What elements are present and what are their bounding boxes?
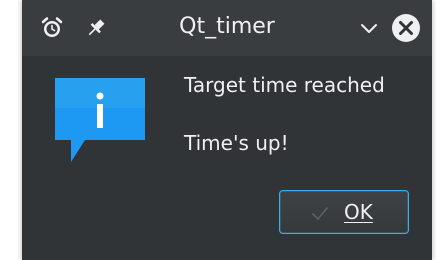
chevron-down-icon[interactable] xyxy=(357,16,381,40)
window-title: Qt_timer xyxy=(179,14,275,39)
alarm-clock-icon[interactable] xyxy=(40,16,64,40)
pin-icon[interactable] xyxy=(84,16,108,40)
ok-button[interactable]: OK xyxy=(279,190,409,234)
close-icon[interactable] xyxy=(390,12,422,44)
message-text: Target time reached xyxy=(184,73,385,97)
information-icon xyxy=(55,78,145,168)
message-box-window: Qt_timer Target time reached Time's up! xyxy=(22,0,432,260)
ok-button-label: OK xyxy=(344,200,373,224)
title-bar[interactable]: Qt_timer xyxy=(22,0,432,56)
check-icon xyxy=(310,203,330,223)
informative-text: Time's up! xyxy=(184,131,289,155)
